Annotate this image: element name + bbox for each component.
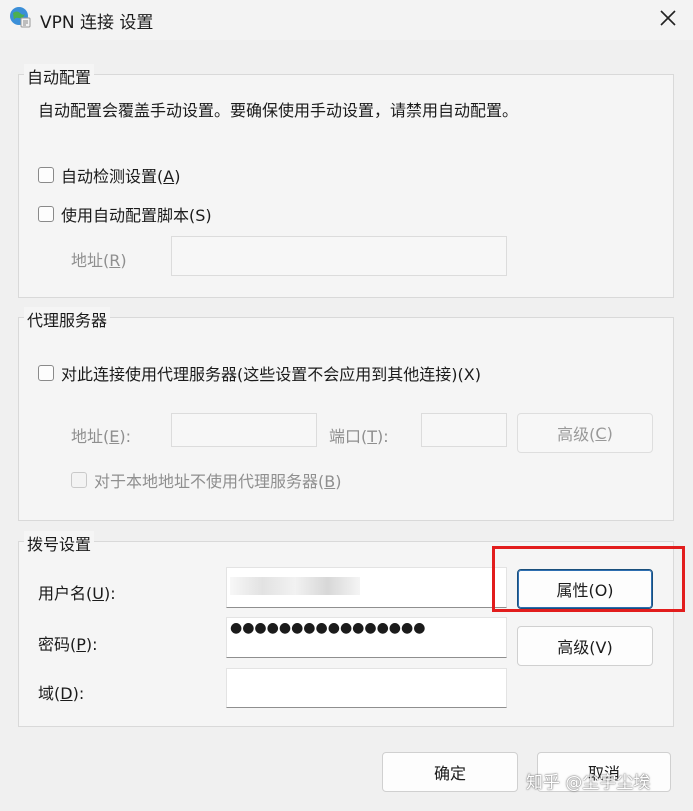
script-address-input[interactable]	[171, 236, 507, 276]
red-highlight-box	[492, 546, 685, 612]
use-proxy-checkbox[interactable]	[38, 365, 54, 381]
bypass-local-label: 对于本地地址不使用代理服务器(B)	[94, 472, 342, 491]
title-bar: VPN 连接 设置	[0, 0, 693, 40]
proxy-advanced-button[interactable]: 高级(C)	[517, 413, 653, 453]
use-proxy-checkbox-row[interactable]: 对此连接使用代理服务器(这些设置不会应用到其他连接)(X)	[38, 361, 481, 385]
script-address-label: 地址(R)	[71, 251, 127, 270]
auto-script-checkbox[interactable]	[38, 206, 54, 222]
watermark-text: 知乎 @尘宇尘埃	[526, 773, 651, 793]
username-label: 用户名(U):	[38, 584, 116, 603]
domain-label: 域(D):	[38, 684, 85, 703]
use-proxy-label: 对此连接使用代理服务器(这些设置不会应用到其他连接)(X)	[61, 365, 481, 384]
dialup-advanced-button[interactable]: 高级(V)	[517, 626, 653, 666]
auto-detect-label: 自动检测设置(A)	[61, 167, 181, 186]
password-label: 密码(P):	[38, 635, 98, 654]
proxy-port-label: 端口(T):	[329, 427, 389, 446]
auto-script-checkbox-row[interactable]: 使用自动配置脚本(S)	[38, 202, 212, 226]
domain-input[interactable]	[226, 668, 507, 708]
proxy-port-input[interactable]	[421, 413, 507, 447]
close-icon	[660, 10, 676, 26]
window-title: VPN 连接 设置	[40, 13, 154, 33]
proxy-legend: 代理服务器	[24, 307, 111, 331]
close-button[interactable]	[650, 3, 686, 33]
network-globe-icon	[10, 7, 31, 28]
auto-config-note: 自动配置会覆盖手动设置。要确保使用手动设置，请禁用自动配置。	[38, 101, 519, 120]
auto-detect-checkbox-row[interactable]: 自动检测设置(A)	[38, 163, 180, 187]
bypass-local-checkbox-row[interactable]: 对于本地地址不使用代理服务器(B)	[71, 468, 341, 492]
proxy-address-input[interactable]	[171, 413, 317, 447]
bypass-local-checkbox[interactable]	[71, 472, 87, 488]
password-masked-value: ●●●●●●●●●●●●●●●●	[230, 620, 426, 636]
ok-button[interactable]: 确定	[382, 752, 518, 792]
proxy-address-label: 地址(E):	[71, 427, 131, 446]
auto-detect-checkbox[interactable]	[38, 167, 54, 183]
auto-script-label: 使用自动配置脚本(S)	[61, 206, 212, 225]
username-blurred-value	[230, 577, 360, 595]
auto-config-legend: 自动配置	[24, 64, 95, 88]
dialup-legend: 拨号设置	[24, 531, 95, 555]
